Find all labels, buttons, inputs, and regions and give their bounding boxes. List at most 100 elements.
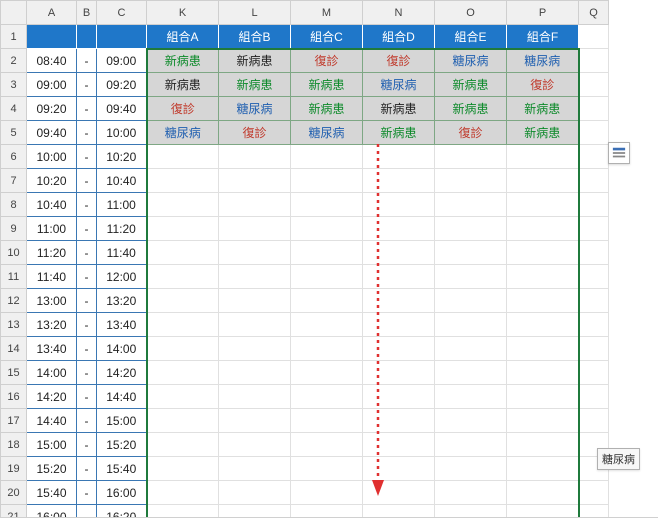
empty-cell[interactable] xyxy=(291,241,363,265)
time-cell[interactable]: 12:00 xyxy=(97,265,147,289)
empty-cell[interactable] xyxy=(219,385,291,409)
empty-cell[interactable] xyxy=(219,409,291,433)
cell[interactable] xyxy=(97,25,147,49)
time-cell[interactable]: 15:20 xyxy=(27,457,77,481)
time-cell[interactable]: 08:40 xyxy=(27,49,77,73)
empty-cell[interactable] xyxy=(363,337,435,361)
time-cell[interactable]: 14:00 xyxy=(97,337,147,361)
empty-cell[interactable] xyxy=(147,433,219,457)
data-cell[interactable]: 糖尿病 xyxy=(435,49,507,73)
row-header[interactable]: 2 xyxy=(1,49,27,73)
empty-cell[interactable] xyxy=(219,217,291,241)
empty-cell[interactable] xyxy=(219,265,291,289)
row-header[interactable]: 10 xyxy=(1,241,27,265)
empty-cell[interactable] xyxy=(507,433,579,457)
autofill-options-icon[interactable] xyxy=(608,142,630,164)
empty-cell[interactable] xyxy=(147,505,219,518)
col-header[interactable]: B xyxy=(77,1,97,25)
time-sep[interactable]: - xyxy=(77,385,97,409)
group-header[interactable]: 組合F xyxy=(507,25,579,49)
empty-cell[interactable] xyxy=(147,313,219,337)
empty-cell[interactable] xyxy=(363,457,435,481)
select-all-corner[interactable] xyxy=(1,1,27,25)
empty-cell[interactable] xyxy=(363,241,435,265)
group-header[interactable]: 組合C xyxy=(291,25,363,49)
empty-cell[interactable] xyxy=(291,457,363,481)
time-sep[interactable]: - xyxy=(77,145,97,169)
empty-cell[interactable] xyxy=(363,265,435,289)
time-cell[interactable]: 10:20 xyxy=(27,169,77,193)
row-header[interactable]: 12 xyxy=(1,289,27,313)
time-sep[interactable]: - xyxy=(77,289,97,313)
cell[interactable] xyxy=(579,409,609,433)
empty-cell[interactable] xyxy=(363,433,435,457)
time-cell[interactable]: 11:00 xyxy=(97,193,147,217)
empty-cell[interactable] xyxy=(507,481,579,505)
empty-cell[interactable] xyxy=(147,265,219,289)
col-header[interactable]: L xyxy=(219,1,291,25)
time-cell[interactable]: 10:40 xyxy=(97,169,147,193)
empty-cell[interactable] xyxy=(147,457,219,481)
data-cell[interactable]: 復診 xyxy=(291,49,363,73)
empty-cell[interactable] xyxy=(291,433,363,457)
row-header[interactable]: 9 xyxy=(1,217,27,241)
data-cell[interactable]: 新病患 xyxy=(507,121,579,145)
empty-cell[interactable] xyxy=(147,337,219,361)
cell[interactable] xyxy=(579,73,609,97)
time-cell[interactable]: 14:20 xyxy=(97,361,147,385)
data-cell[interactable]: 新病患 xyxy=(363,121,435,145)
time-sep[interactable]: - xyxy=(77,457,97,481)
empty-cell[interactable] xyxy=(435,313,507,337)
empty-cell[interactable] xyxy=(435,433,507,457)
data-cell[interactable]: 新病患 xyxy=(291,97,363,121)
empty-cell[interactable] xyxy=(219,481,291,505)
empty-cell[interactable] xyxy=(363,193,435,217)
empty-cell[interactable] xyxy=(507,289,579,313)
time-cell[interactable]: 13:40 xyxy=(27,337,77,361)
row-header[interactable]: 5 xyxy=(1,121,27,145)
empty-cell[interactable] xyxy=(147,409,219,433)
time-cell[interactable]: 15:00 xyxy=(97,409,147,433)
empty-cell[interactable] xyxy=(219,169,291,193)
data-cell[interactable]: 復診 xyxy=(219,121,291,145)
time-cell[interactable]: 15:40 xyxy=(27,481,77,505)
empty-cell[interactable] xyxy=(147,241,219,265)
data-cell[interactable]: 復診 xyxy=(147,97,219,121)
row-header[interactable]: 7 xyxy=(1,169,27,193)
time-cell[interactable]: 09:00 xyxy=(97,49,147,73)
empty-cell[interactable] xyxy=(507,337,579,361)
empty-cell[interactable] xyxy=(435,265,507,289)
empty-cell[interactable] xyxy=(435,409,507,433)
data-cell[interactable]: 糖尿病 xyxy=(507,49,579,73)
cell[interactable] xyxy=(579,337,609,361)
data-cell[interactable]: 新病患 xyxy=(435,97,507,121)
empty-cell[interactable] xyxy=(435,145,507,169)
cell[interactable] xyxy=(579,97,609,121)
time-sep[interactable]: - xyxy=(77,265,97,289)
empty-cell[interactable] xyxy=(363,481,435,505)
empty-cell[interactable] xyxy=(147,481,219,505)
time-cell[interactable]: 11:20 xyxy=(27,241,77,265)
col-header[interactable]: C xyxy=(97,1,147,25)
cell[interactable] xyxy=(579,121,609,145)
empty-cell[interactable] xyxy=(435,457,507,481)
empty-cell[interactable] xyxy=(147,217,219,241)
empty-cell[interactable] xyxy=(291,361,363,385)
time-cell[interactable]: 11:00 xyxy=(27,217,77,241)
row-header[interactable]: 13 xyxy=(1,313,27,337)
time-cell[interactable]: 09:20 xyxy=(97,73,147,97)
time-cell[interactable]: 14:40 xyxy=(97,385,147,409)
cell[interactable] xyxy=(579,289,609,313)
empty-cell[interactable] xyxy=(435,241,507,265)
time-cell[interactable]: 16:00 xyxy=(97,481,147,505)
time-cell[interactable]: 15:20 xyxy=(97,433,147,457)
empty-cell[interactable] xyxy=(435,361,507,385)
data-cell[interactable]: 新病患 xyxy=(291,73,363,97)
empty-cell[interactable] xyxy=(291,289,363,313)
empty-cell[interactable] xyxy=(507,505,579,518)
time-sep[interactable]: - xyxy=(77,433,97,457)
cell[interactable] xyxy=(579,241,609,265)
empty-cell[interactable] xyxy=(363,145,435,169)
col-header[interactable]: K xyxy=(147,1,219,25)
row-header[interactable]: 4 xyxy=(1,97,27,121)
